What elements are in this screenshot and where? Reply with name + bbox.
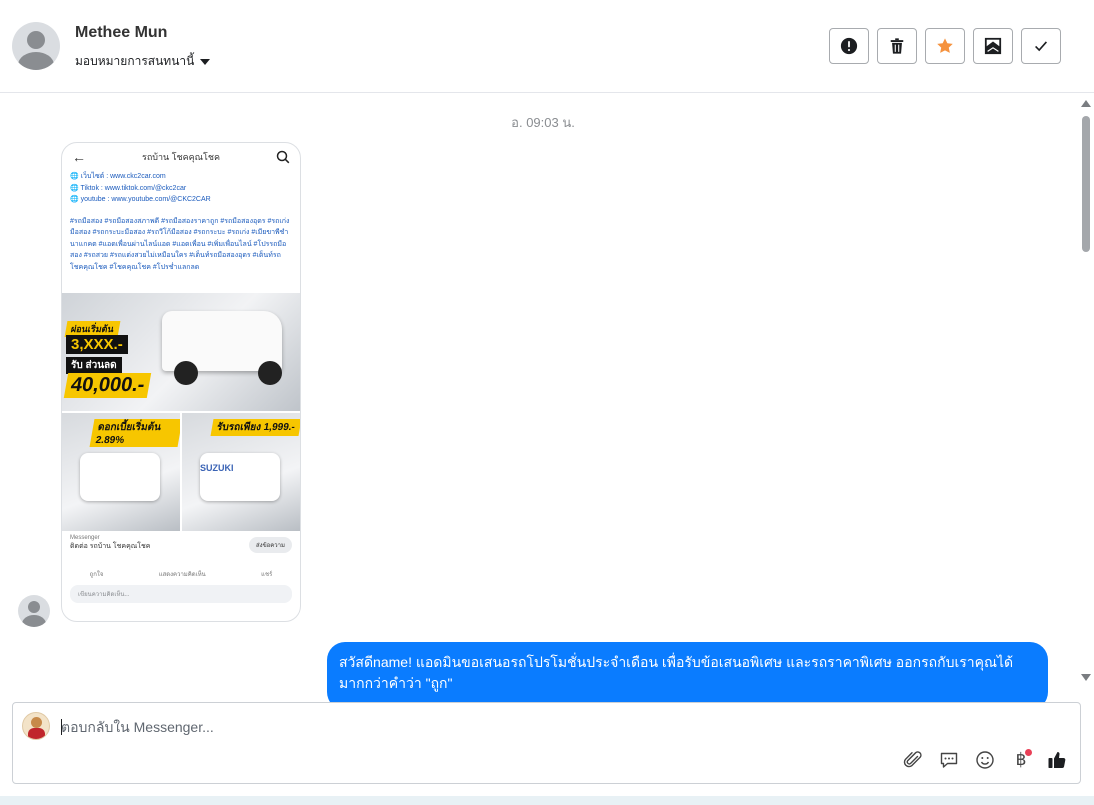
- mark-spam-button[interactable]: [829, 28, 869, 64]
- promo-amount: 3,XXX.-: [66, 335, 128, 354]
- thumbs-up-icon: [1048, 752, 1066, 769]
- send-message-pill[interactable]: ส่งข้อความ: [248, 537, 292, 553]
- bottom-strip: [0, 796, 1094, 805]
- like-button[interactable]: [1046, 749, 1068, 771]
- message-thread: อ. 09:03 น. ← รถบ้าน โชคคุณโชค 🌐 เว็บไซต…: [0, 94, 1094, 702]
- reply-composer: ฿: [12, 702, 1081, 784]
- scrollbar-thumb[interactable]: [1082, 116, 1090, 252]
- scroll-down-arrow-icon[interactable]: [1081, 674, 1091, 681]
- back-arrow-icon: ←: [72, 149, 86, 165]
- post-image-left: ดอกเบี้ยเริ่มต้น 2.89%: [62, 413, 180, 531]
- attach-button[interactable]: [902, 749, 924, 771]
- composer-tools: ฿: [902, 749, 1068, 771]
- conversation-header: Methee Mun มอบหมายการสนทนานี้: [0, 0, 1094, 93]
- promo-interest: ดอกเบี้ยเริ่มต้น 2.89%: [89, 419, 180, 447]
- paperclip-icon: [903, 751, 922, 768]
- post-image-right: รับรถเพียง 1,999.- SUZUKI: [182, 413, 300, 531]
- post-topbar: ← รถบ้าน โชคคุณโชค: [62, 143, 300, 171]
- scroll-up-arrow-icon[interactable]: [1081, 100, 1091, 107]
- promo-down-payment: รับรถเพียง 1,999.-: [210, 419, 300, 436]
- saved-replies-icon: [940, 752, 958, 768]
- reply-input[interactable]: [61, 715, 961, 739]
- outgoing-message-bubble: สวัสดีname! แอดมินขอเสนอรถโปรโมชั่นประจำ…: [327, 642, 1048, 702]
- saved-replies-button[interactable]: [938, 749, 960, 771]
- trash-icon: [890, 38, 904, 54]
- post-share-action[interactable]: แชร์: [261, 569, 272, 579]
- star-icon: [937, 38, 953, 53]
- post-footer: Messenger ติดต่อ รถบ้าน โชคคุณโชค ส่งข้อ…: [62, 531, 300, 561]
- assign-label: มอบหมายการสนทนานี้: [75, 54, 195, 68]
- notification-dot: [1025, 749, 1032, 756]
- mark-done-button[interactable]: [1021, 28, 1061, 64]
- emoji-button[interactable]: [974, 749, 996, 771]
- thread-scrollbar[interactable]: [1079, 94, 1093, 692]
- brand-badge: SUZUKI: [200, 463, 234, 473]
- search-icon: [276, 150, 290, 164]
- post-like-action[interactable]: ถูกใจ: [90, 569, 104, 579]
- post-comment-box: เขียนความคิดเห็น...: [70, 585, 292, 603]
- star-button[interactable]: [925, 28, 965, 64]
- post-link-youtube[interactable]: 🌐 youtube : www.youtube.com/@CKC2CAR: [70, 194, 292, 206]
- sender-avatar: [18, 595, 50, 627]
- post-hashtags: #รถมือสอง #รถมือสองสภาพดี #รถมือสองราคาถ…: [70, 217, 290, 271]
- shared-post-card[interactable]: ← รถบ้าน โชคคุณโชค 🌐 เว็บไซต์ : www.ckc2…: [61, 142, 301, 622]
- assign-conversation-dropdown[interactable]: มอบหมายการสนทนานี้: [75, 52, 211, 71]
- chevron-down-icon: [200, 58, 211, 65]
- mark-unread-icon: [984, 37, 1002, 55]
- post-main-image: ผ่อนเริ่มต้น 3,XXX.- รับ ส่วนลด 40,000.-: [62, 293, 300, 411]
- post-image-row: ดอกเบี้ยเริ่มต้น 2.89% รับรถเพียง 1,999.…: [62, 413, 300, 531]
- text-cursor: [61, 719, 62, 735]
- post-comment-action[interactable]: แสดงความคิดเห็น: [159, 569, 206, 579]
- promo-discount: 40,000.-: [63, 373, 152, 398]
- post-link-tiktok[interactable]: 🌐 Tiktok : www.tiktok.com/@ckc2car: [70, 183, 292, 195]
- mark-unread-button[interactable]: [973, 28, 1013, 64]
- inbox-conversation: Methee Mun มอบหมายการสนทนานี้ อ. 09:03 น…: [0, 0, 1094, 805]
- post-text: 🌐 เว็บไซต์ : www.ckc2car.com 🌐 Tiktok : …: [62, 171, 300, 291]
- emoji-icon: [976, 751, 994, 769]
- post-actions: ถูกใจ แสดงความคิดเห็น แชร์: [62, 561, 300, 579]
- check-icon: [1035, 41, 1048, 52]
- message-timestamp: อ. 09:03 น.: [511, 115, 575, 130]
- post-page-name: รถบ้าน โชคคุณโชค: [142, 152, 220, 162]
- contact-avatar[interactable]: [12, 22, 60, 70]
- conversation-toolbar: [829, 28, 1061, 64]
- payment-button[interactable]: ฿: [1010, 749, 1032, 771]
- page-avatar: [22, 712, 50, 740]
- contact-name[interactable]: Methee Mun: [75, 24, 167, 42]
- promo-discount-label: รับ ส่วนลด: [66, 357, 122, 374]
- delete-button[interactable]: [877, 28, 917, 64]
- exclamation-circle-icon: [840, 37, 858, 55]
- post-link-website[interactable]: 🌐 เว็บไซต์ : www.ckc2car.com: [70, 171, 292, 183]
